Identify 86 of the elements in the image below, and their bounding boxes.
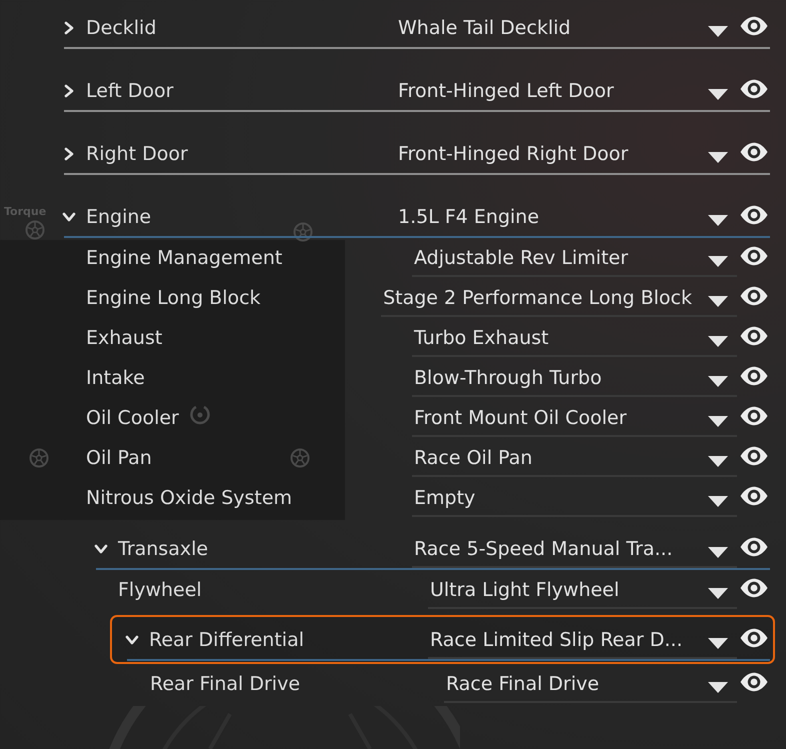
caret-icon (708, 416, 728, 426)
tree-row[interactable]: Engine Long Block Stage 2 Performance Long Block (86, 278, 770, 318)
tree-row[interactable]: Exhaust Turbo Exhaust (86, 318, 770, 358)
part-dropdown[interactable]: Ultra Light Flywheel (428, 573, 737, 609)
eye-icon[interactable] (740, 142, 768, 162)
eye-icon[interactable] (740, 446, 768, 466)
part-label: Oil Pan (86, 448, 152, 468)
part-dropdown[interactable]: Race Oil Pan (412, 441, 737, 477)
wheel-icon (290, 448, 310, 468)
tree-row[interactable]: Nitrous Oxide System Empty (86, 478, 770, 518)
caret-icon (708, 88, 728, 100)
eye-icon[interactable] (740, 486, 768, 506)
part-dropdown[interactable]: Race Limited Slip Rear D... (428, 623, 737, 659)
eye-icon[interactable] (740, 406, 768, 426)
part-label: Right Door (86, 144, 188, 164)
gauge-icon (189, 403, 211, 425)
caret-icon (708, 214, 728, 226)
wheel-icon (293, 222, 313, 242)
tree-row[interactable]: Oil Cooler Front Mount Oil Cooler (86, 398, 770, 438)
part-label: Exhaust (86, 328, 162, 348)
tree-row[interactable]: Transaxle Race 5-Speed Manual Tra... (96, 530, 770, 570)
part-label: Decklid (86, 18, 156, 38)
part-label: Rear Final Drive (150, 674, 300, 694)
part-label: Engine Management (86, 248, 282, 268)
chevron-down-icon[interactable] (125, 635, 139, 645)
chevron-right-icon[interactable] (64, 84, 74, 98)
part-dropdown[interactable]: Blow-Through Turbo (412, 361, 737, 397)
tree-row[interactable]: Left Door Front-Hinged Left Door (64, 72, 770, 112)
part-label: Left Door (86, 82, 174, 100)
eye-icon[interactable] (740, 537, 768, 557)
eye-icon[interactable] (740, 628, 768, 648)
part-label: Intake (86, 368, 145, 388)
caret-icon (708, 546, 728, 558)
part-dropdown[interactable]: 1.5L F4 Engine (396, 200, 737, 236)
tree-row[interactable]: Flywheel Ultra Light Flywheel (118, 570, 770, 610)
wheel-icon (25, 220, 45, 240)
part-dropdown[interactable]: Front Mount Oil Cooler (412, 401, 737, 437)
caret-icon (708, 296, 728, 306)
part-label: Transaxle (118, 540, 208, 558)
caret-icon (708, 256, 728, 266)
tree-row[interactable]: Oil Pan Race Oil Pan (86, 438, 770, 478)
caret-icon (708, 496, 728, 506)
part-dropdown[interactable]: Empty (412, 481, 737, 517)
part-dropdown[interactable]: Front-Hinged Right Door (396, 137, 737, 173)
part-label: Flywheel (118, 580, 202, 600)
caret-icon (708, 682, 728, 692)
eye-icon[interactable] (740, 246, 768, 266)
eye-icon[interactable] (740, 16, 768, 36)
eye-icon[interactable] (740, 205, 768, 225)
part-label: Nitrous Oxide System (86, 488, 292, 508)
tree-row[interactable]: Engine 1.5L F4 Engine (64, 198, 770, 238)
tree-row[interactable]: Rear Final Drive Race Final Drive (150, 664, 770, 704)
part-dropdown[interactable]: Turbo Exhaust (412, 321, 737, 357)
tree-row[interactable]: Rear Differential Race Limited Slip Rear D... (110, 615, 775, 664)
part-dropdown[interactable]: Adjustable Rev Limiter (412, 241, 737, 277)
eye-icon[interactable] (740, 286, 768, 306)
chevron-down-icon[interactable] (62, 212, 76, 222)
chevron-right-icon[interactable] (64, 21, 74, 35)
tree-row[interactable]: Right Door Front-Hinged Right Door (64, 135, 770, 175)
caret-icon (708, 588, 728, 598)
caret-icon (708, 638, 728, 648)
chevron-right-icon[interactable] (64, 147, 74, 161)
eye-icon[interactable] (740, 578, 768, 598)
eye-icon[interactable] (740, 672, 768, 692)
eye-icon[interactable] (740, 366, 768, 386)
eye-icon[interactable] (740, 79, 768, 99)
chevron-down-icon[interactable] (94, 544, 108, 554)
part-dropdown[interactable]: Front-Hinged Left Door (396, 74, 737, 110)
eye-icon[interactable] (740, 326, 768, 346)
caret-icon (708, 376, 728, 386)
caret-icon (708, 152, 728, 162)
tree-row[interactable]: Decklid Whale Tail Decklid (64, 9, 770, 49)
part-dropdown[interactable]: Stage 2 Performance Long Block (381, 281, 737, 317)
caret-icon (708, 26, 728, 36)
part-label: Rear Differential (149, 630, 304, 650)
wheel-icon (29, 448, 49, 468)
part-dropdown[interactable]: Race Final Drive (444, 667, 737, 703)
part-label: Oil Cooler (86, 408, 179, 428)
part-label: Engine (86, 208, 152, 226)
part-label: Engine Long Block (86, 288, 261, 308)
part-dropdown[interactable]: Whale Tail Decklid (396, 11, 737, 47)
tree-row[interactable]: Engine Management Adjustable Rev Limiter (86, 238, 770, 278)
tree-row[interactable]: Intake Blow-Through Turbo (86, 358, 770, 398)
part-dropdown[interactable]: Race 5-Speed Manual Tra... (412, 532, 737, 568)
caret-icon (708, 336, 728, 346)
caret-icon (708, 456, 728, 466)
